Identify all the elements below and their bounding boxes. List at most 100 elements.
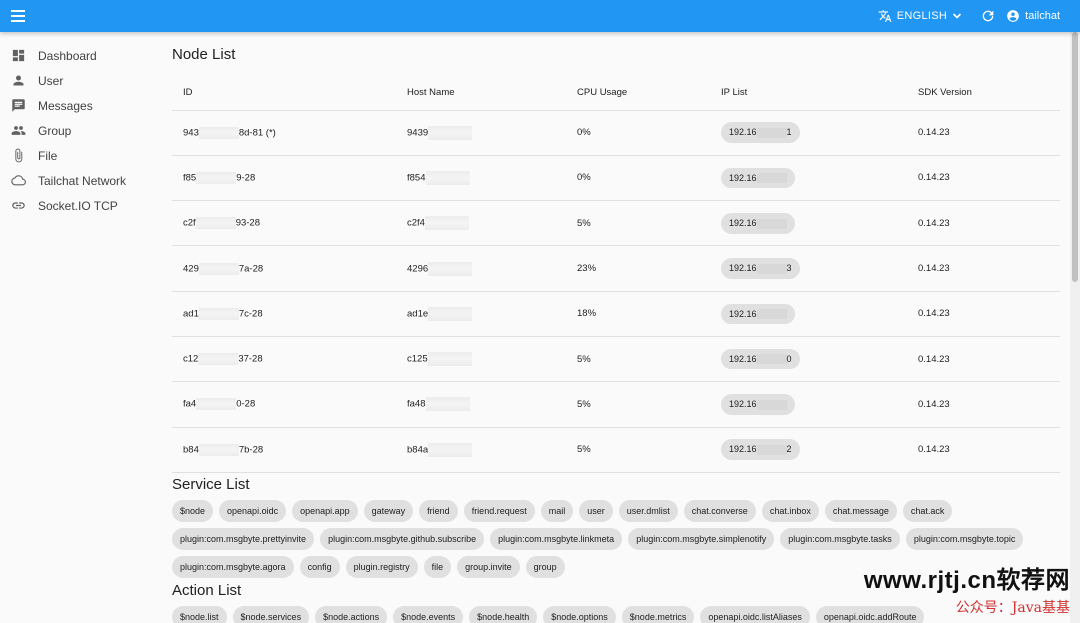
service-chip[interactable]: $node <box>172 500 214 522</box>
service-chip[interactable]: gateway <box>363 500 414 522</box>
sidebar-item-label: Socket.IO TCP <box>38 198 118 213</box>
menu-icon[interactable] <box>8 6 28 26</box>
action-chip[interactable]: $node.events <box>393 606 464 623</box>
host-name-start: 4296 <box>407 263 429 275</box>
service-chip[interactable]: plugin:com.msgbyte.topic <box>905 528 1024 550</box>
service-chip[interactable]: plugin:com.msgbyte.agora <box>172 556 294 578</box>
cpu-usage-cell: 5% <box>566 381 710 428</box>
host-name-start: fa48 <box>407 398 426 410</box>
service-chip[interactable]: group.invite <box>457 556 520 578</box>
service-chip[interactable]: mail <box>540 500 574 522</box>
ip-chip[interactable]: 192.16 <box>721 394 795 415</box>
ip-chip[interactable]: 192.16 2 <box>721 439 800 461</box>
redaction-block <box>428 306 473 321</box>
action-chip[interactable]: $node.metrics <box>621 606 695 623</box>
sdk-version-cell: 0.14.23 <box>907 427 1060 473</box>
sdk-version-cell: 0.14.23 <box>907 110 1060 156</box>
ip-list-cell: 192.16 3 <box>710 245 907 292</box>
ip-chip[interactable]: 192.16 <box>721 212 795 234</box>
service-chip[interactable]: friend.request <box>463 500 535 522</box>
service-chip[interactable]: chat.ack <box>902 500 953 522</box>
user-menu[interactable]: tailchat <box>1002 9 1060 23</box>
action-chip[interactable]: $node.health <box>469 606 538 623</box>
node-id-start: c12 <box>183 353 199 365</box>
ip-list-cell: 192.16 <box>710 291 907 337</box>
sidebar-item-tailchat-network[interactable]: Tailchat Network <box>0 168 160 193</box>
ip-chip[interactable]: 192.16 <box>721 303 795 325</box>
service-chip[interactable]: friend <box>419 500 458 522</box>
host-name-start: b84a <box>407 444 429 456</box>
node-list-title: Node List <box>172 46 236 63</box>
sidebar-item-user[interactable]: User <box>0 68 160 93</box>
sidebar-item-label: File <box>38 148 58 163</box>
service-chip[interactable]: chat.message <box>824 500 897 522</box>
host-name-start: 9439 <box>407 127 429 139</box>
action-chip[interactable]: openapi.oidc.addRoute <box>815 606 925 623</box>
sidebar-item-socketio-tcp[interactable]: Socket.IO TCP <box>0 193 160 218</box>
ip-end: 2 <box>786 444 792 455</box>
group-icon <box>11 126 26 135</box>
host-name-start: ad1e <box>407 308 429 320</box>
refresh-icon[interactable] <box>980 8 996 24</box>
service-chip[interactable]: plugin.registry <box>345 556 418 578</box>
cloud-icon <box>11 175 26 186</box>
service-chip[interactable]: plugin:com.msgbyte.tasks <box>780 528 900 550</box>
ip-chip[interactable]: 192.16 <box>721 167 795 189</box>
action-chip[interactable]: $node.options <box>543 606 616 623</box>
node-id-cell: c12 37-28 <box>172 336 396 383</box>
node-id-cell: fa4 0-28 <box>172 381 396 428</box>
table-row: c2f 93-28 c2f4 5% 192.16 0.14.23 <box>172 200 1060 247</box>
ip-end: 1 <box>786 127 792 138</box>
redaction-block <box>428 442 473 457</box>
service-chip[interactable]: config <box>299 556 340 578</box>
action-chip[interactable]: openapi.oidc.listAliases <box>700 606 810 623</box>
redaction-block <box>198 307 239 320</box>
dashboard-icon <box>12 49 25 62</box>
ip-chip[interactable]: 192.16 1 <box>721 122 800 143</box>
node-id-end: 7c-28 <box>238 308 263 320</box>
scrollbar[interactable] <box>1070 32 1080 623</box>
language-label: ENGLISH <box>896 10 948 22</box>
service-chip[interactable]: group <box>525 556 565 578</box>
service-chip[interactable]: plugin:com.msgbyte.linkmeta <box>490 528 623 550</box>
column-header-host-name: Host Name <box>396 76 566 111</box>
sidebar-item-group[interactable]: Group <box>0 118 160 143</box>
username-label: tailchat <box>1025 10 1060 22</box>
cpu-usage-cell: 5% <box>566 336 710 383</box>
table-row: b84 7b-28 b84a 5% 192.16 2 0.14.23 <box>172 427 1060 473</box>
service-chip[interactable]: file <box>423 556 452 578</box>
table-row: fa4 0-28 fa48 5% 192.16 0.14.23 <box>172 381 1060 428</box>
sidebar-item-dashboard[interactable]: Dashboard <box>0 43 160 68</box>
node-id-end: 8d-81 (*) <box>238 127 276 139</box>
service-chip[interactable]: chat.inbox <box>761 500 819 522</box>
scrollbar-thumb[interactable] <box>1072 32 1078 282</box>
redaction-block <box>196 171 237 184</box>
sidebar-item-file[interactable]: File <box>0 143 160 168</box>
service-chip[interactable]: openapi.oidc <box>219 500 287 522</box>
service-chip[interactable]: user <box>579 500 613 522</box>
ip-chip[interactable]: 192.16 3 <box>721 258 800 279</box>
node-id-end: 0-28 <box>236 398 256 410</box>
service-chip[interactable]: plugin:com.msgbyte.prettyinvite <box>172 528 315 550</box>
ip-start: 192.16 <box>729 217 757 228</box>
service-chip[interactable]: chat.converse <box>683 500 756 522</box>
action-chip[interactable]: $node.services <box>232 606 310 623</box>
language-selector[interactable]: ENGLISH <box>874 9 966 23</box>
link-icon <box>12 202 25 209</box>
service-chip[interactable]: user.dmlist <box>618 500 678 522</box>
action-chip[interactable]: $node.actions <box>315 606 388 623</box>
redaction-block <box>198 353 239 366</box>
ip-chip[interactable]: 192.16 0 <box>721 348 800 370</box>
service-chip[interactable]: plugin:com.msgbyte.simplenotify <box>628 528 775 550</box>
host-name-cell: c2f4 <box>396 200 566 247</box>
redaction-block <box>424 216 469 231</box>
translate-icon <box>878 10 892 22</box>
sidebar-item-messages[interactable]: Messages <box>0 93 160 118</box>
redaction-block <box>198 126 239 139</box>
service-chip[interactable]: plugin:com.msgbyte.github.subscribe <box>320 528 485 550</box>
action-chip[interactable]: $node.list <box>172 606 227 623</box>
ip-start: 192.16 <box>729 172 757 183</box>
cpu-usage-cell: 5% <box>566 427 710 473</box>
service-chip[interactable]: openapi.app <box>292 500 358 522</box>
redaction-block <box>428 261 473 276</box>
